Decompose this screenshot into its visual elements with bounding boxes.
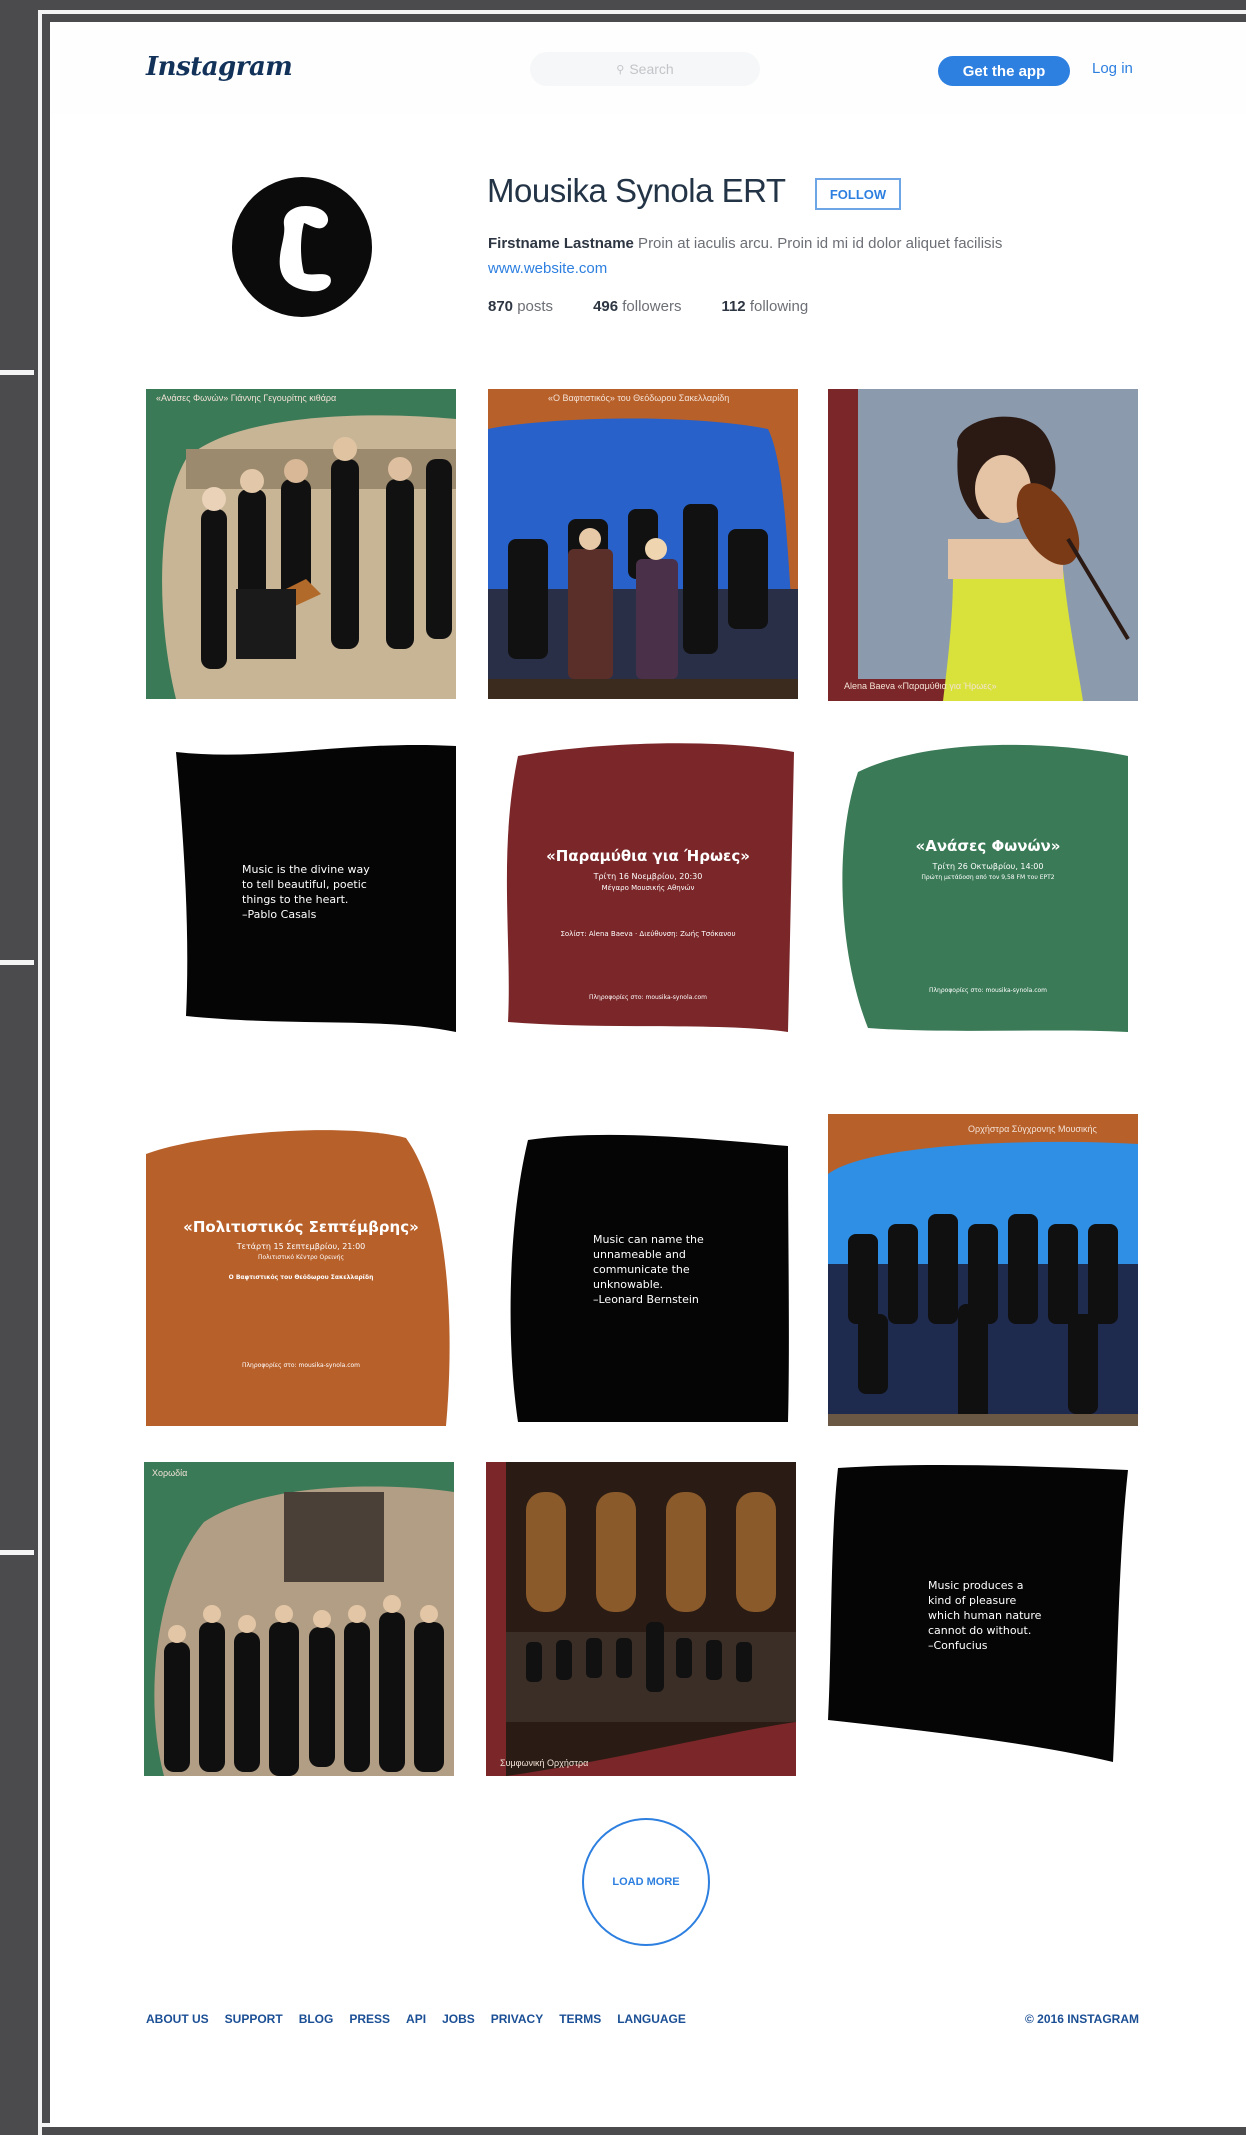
load-more-button[interactable]: LOAD MORE [582, 1818, 710, 1946]
frame-divider [0, 1550, 34, 1555]
footer-link-press[interactable]: PRESS [349, 2012, 390, 2026]
event-card-shape [506, 743, 794, 1032]
post-tile[interactable]: «Ανάσες Φωνών» Τρίτη 26 Οκτωβρίου, 14:00… [828, 732, 1138, 1032]
search-icon: ⚲ [616, 63, 625, 76]
follow-button[interactable]: FOLLOW [815, 178, 901, 210]
quote-text: Music is the divine way to tell beautifu… [242, 863, 370, 906]
post-caption: Ορχήστρα Σύγχρονης Μουσικής [968, 1124, 1097, 1134]
photo-orchestra-theater [486, 1462, 796, 1776]
post-tile[interactable]: Συμφωνική Ορχήστρα [486, 1462, 796, 1776]
post-caption: Χορωδία [152, 1468, 188, 1478]
footer-link-terms[interactable]: TERMS [559, 2012, 601, 2026]
profile-name: Mousika Synola ERT [487, 172, 786, 209]
post-quote: Music is the divine way to tell beautifu… [242, 862, 382, 922]
quote-text: Music can name the unnameable and commun… [593, 1233, 704, 1291]
event-title: «Ανάσες Φωνών» [915, 837, 1061, 855]
search-input[interactable]: ⚲ Search [530, 52, 760, 86]
photo-choir-outdoor [144, 1462, 454, 1776]
left-frame-strip [0, 0, 38, 2135]
post-tile[interactable]: Music can name the unnameable and commun… [488, 1122, 798, 1422]
event-date: Τετάρτη 15 Σεπτεμβρίου, 21:00 [236, 1242, 366, 1251]
following-label: following [745, 298, 809, 315]
photo-orchestra-stage [488, 389, 798, 699]
post-tile[interactable]: Music is the divine way to tell beautifu… [146, 732, 456, 1032]
event-title: «Παραμύθια για Ήρωες» [546, 847, 750, 865]
post-tile[interactable]: «Ανάσες Φωνών» Γιάννης Γεγουρίτης κιθάρα [146, 389, 456, 699]
search-placeholder: Search [629, 61, 674, 77]
quote-author: –Pablo Casals [242, 908, 317, 921]
event-title: «Πολιτιστικός Σεπτέμβρης» [183, 1218, 419, 1236]
post-tile[interactable]: Χορωδία [144, 1462, 454, 1776]
bio-name: Firstname Lastname [488, 235, 634, 252]
instagram-profile-page: Instagram ⚲ Search Get the app Log in Mo… [50, 22, 1246, 2127]
post-tile[interactable]: «Πολιτιστικός Σεπτέμβρης» Τετάρτη 15 Σεπ… [146, 1114, 456, 1426]
post-quote: Music can name the unnameable and commun… [593, 1232, 713, 1307]
post-tile[interactable]: «Παραμύθια για Ήρωες» Τρίτη 16 Νοεμβρίου… [488, 732, 798, 1032]
photo-choir-guitar [146, 389, 456, 699]
post-tile[interactable]: Alena Baeva «Παραμύθια για Ήρωες» [828, 389, 1138, 701]
followers-stat[interactable]: 496 followers [593, 298, 681, 315]
instagram-logo[interactable]: Instagram [146, 52, 293, 82]
event-info: Πληροφορίες στο: mousika-synola.com [588, 994, 708, 1001]
post-caption: «Ανάσες Φωνών» Γιάννης Γεγουρίτης κιθάρα [156, 393, 337, 403]
frame-divider [0, 370, 34, 375]
event-program: Ο Βαφτιστικός του Θεόδωρου Σακελλαρίδη [228, 1274, 374, 1281]
event-date: Τρίτη 16 Νοεμβρίου, 20:30 [593, 872, 703, 881]
footer-link-api[interactable]: API [406, 2012, 426, 2026]
event-venue: Πολιτιστικό Κέντρο Ορεινής [258, 1254, 344, 1261]
event-date: Τρίτη 26 Οκτωβρίου, 14:00 [932, 862, 1044, 871]
event-broadcast: Πρώτη μετάδοση από τον 9,58 FM του ΕΡΤ2 [921, 874, 1055, 881]
footer-link-support[interactable]: SUPPORT [225, 2012, 283, 2026]
post-caption: Alena Baeva «Παραμύθια για Ήρωες» [844, 681, 997, 691]
footer-link-blog[interactable]: BLOG [299, 2012, 334, 2026]
footer-link-privacy[interactable]: PRIVACY [491, 2012, 543, 2026]
get-the-app-button[interactable]: Get the app [938, 56, 1070, 86]
event-info: Πληροφορίες στο: mousika-synola.com [928, 987, 1048, 994]
footer-link-about[interactable]: ABOUT US [146, 2012, 209, 2026]
quote-author: –Leonard Bernstein [593, 1293, 699, 1306]
event-info: Πληροφορίες στο: mousika-synola.com [241, 1362, 361, 1369]
footer-links: ABOUT US SUPPORT BLOG PRESS API JOBS PRI… [146, 2012, 1146, 2026]
event-card-shape [146, 1130, 450, 1426]
top-nav: Instagram ⚲ Search Get the app Log in [50, 22, 1246, 114]
photo-violinist [828, 389, 1138, 701]
post-tile[interactable]: Ορχήστρα Σύγχρονης Μουσικής [828, 1114, 1138, 1426]
profile-website-link[interactable]: www.website.com [488, 260, 607, 277]
post-tile[interactable]: «Ο Βαφτιστικός» του Θεόδωρου Σακελλαρίδη [488, 389, 798, 699]
profile-stats: 870 posts 496 followers 112 following [488, 298, 848, 315]
profile-bio: Firstname Lastname Proin at iaculis arcu… [488, 235, 1002, 252]
followers-label: followers [618, 298, 682, 315]
post-caption: «Ο Βαφτιστικός» του Θεόδωρου Σακελλαρίδη [548, 393, 730, 403]
posts-stat: 870 posts [488, 298, 553, 315]
footer-link-jobs[interactable]: JOBS [442, 2012, 475, 2026]
profile-logo-icon [279, 205, 331, 292]
posts-count: 870 [488, 298, 514, 315]
avatar[interactable] [232, 177, 372, 317]
footer-link-language[interactable]: LANGUAGE [617, 2012, 686, 2026]
login-link[interactable]: Log in [1092, 60, 1133, 77]
event-credits: Σολίστ: Alena Baeva · Διεύθυνση: Ζωής Τσ… [560, 930, 736, 938]
photo-orchestra-stage [828, 1114, 1138, 1426]
following-count: 112 [721, 298, 746, 315]
frame-divider [0, 960, 34, 965]
frame-top-line [38, 10, 1246, 14]
quote-text: Music produces a kind of pleasure which … [928, 1579, 1042, 1637]
post-tile[interactable]: Music produces a kind of pleasure which … [828, 1462, 1138, 1762]
frame-left-line [38, 10, 42, 2135]
bio-text: Proin at iaculis arcu. Proin id mi id do… [633, 235, 1003, 252]
event-venue: Μέγαρο Μουσικής Αθηνών [601, 884, 695, 892]
following-stat[interactable]: 112 following [721, 298, 808, 315]
posts-label: posts [513, 298, 554, 315]
post-caption: Συμφωνική Ορχήστρα [500, 1758, 589, 1768]
followers-count: 496 [593, 298, 619, 315]
copyright: © 2016 INSTAGRAM [1025, 2012, 1139, 2026]
quote-author: –Confucius [928, 1639, 988, 1652]
post-quote: Music produces a kind of pleasure which … [928, 1578, 1048, 1653]
